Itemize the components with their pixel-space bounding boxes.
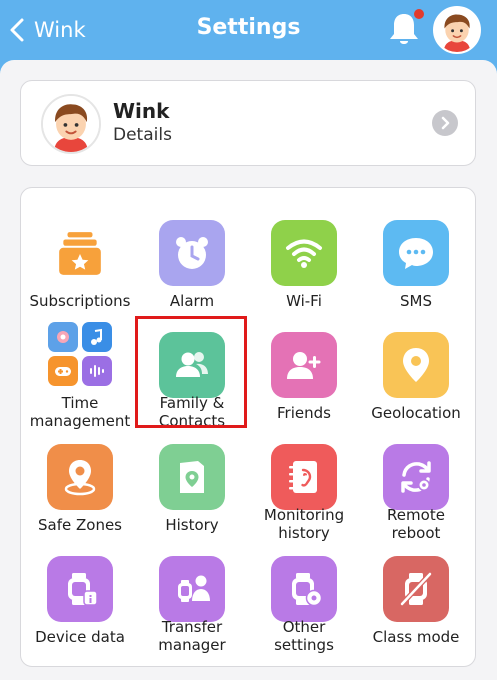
gamepad-icon <box>48 356 78 386</box>
other-settings-icon <box>271 556 337 622</box>
sound-wave-icon <box>82 356 112 386</box>
tile-geolocation[interactable]: Geolocation <box>360 312 472 424</box>
tile-label: Other settings <box>274 618 334 654</box>
tile-alarm[interactable]: Alarm <box>136 200 248 312</box>
tile-friends[interactable]: Friends <box>248 312 360 424</box>
tile-history[interactable]: History <box>136 424 248 536</box>
tile-family-contacts[interactable]: Family & Contacts <box>136 312 248 430</box>
add-friend-icon <box>271 332 337 398</box>
tile-label: Device data <box>35 628 125 646</box>
class-mode-icon <box>383 556 449 622</box>
monitoring-history-icon <box>271 444 337 510</box>
subscriptions-icon <box>47 220 113 286</box>
parental-app-icon <box>48 322 78 352</box>
tile-label: Alarm <box>169 292 215 310</box>
notification-dot <box>414 9 424 19</box>
tile-safe-zones[interactable]: Safe Zones <box>24 424 136 536</box>
tile-label: Class mode <box>372 628 460 646</box>
tile-label: Geolocation <box>371 404 461 422</box>
transfer-manager-icon <box>159 556 225 622</box>
tile-device-data[interactable]: Device data <box>24 536 136 648</box>
family-contacts-icon <box>159 332 225 398</box>
tile-transfer-manager[interactable]: Transfer manager <box>136 536 248 654</box>
tile-class-mode[interactable]: Class mode <box>360 536 472 648</box>
wifi-icon <box>271 220 337 286</box>
avatar[interactable] <box>433 6 481 54</box>
tile-remote-reboot[interactable]: Remote reboot <box>360 424 472 542</box>
profile-card[interactable]: Wink Details <box>20 80 476 166</box>
music-note-icon <box>82 322 112 352</box>
alarm-clock-icon <box>159 220 225 286</box>
profile-subtitle: Details <box>113 125 172 145</box>
tile-label: Safe Zones <box>38 516 122 534</box>
chevron-left-icon <box>10 18 24 42</box>
location-pin-icon <box>383 332 449 398</box>
device-data-icon <box>47 556 113 622</box>
profile-avatar <box>41 94 101 154</box>
tile-sms[interactable]: SMS <box>360 200 472 312</box>
tile-wifi[interactable]: Wi-Fi <box>248 200 360 312</box>
tile-label: Wi-Fi <box>286 292 322 310</box>
remote-reboot-icon <box>383 444 449 510</box>
history-icon <box>159 444 225 510</box>
tile-other-settings[interactable]: Other settings <box>248 536 360 654</box>
sms-bubble-icon <box>383 220 449 286</box>
boy-avatar-icon <box>43 96 99 152</box>
safe-zone-icon <box>47 444 113 510</box>
tile-label: Friends <box>277 404 331 422</box>
chevron-right-icon <box>432 110 458 136</box>
tile-label: History <box>165 516 219 534</box>
boy-avatar-icon <box>435 8 479 52</box>
top-bar: Wink Settings <box>0 0 497 60</box>
tile-label: Transfer manager <box>158 618 226 654</box>
back-button[interactable]: Wink <box>8 14 86 46</box>
profile-name: Wink <box>113 99 170 123</box>
tile-label: SMS <box>400 292 432 310</box>
tile-monitoring-history[interactable]: Monitoring history <box>248 424 360 542</box>
tile-time-management[interactable]: Time management <box>24 312 136 430</box>
tile-subscriptions[interactable]: Subscriptions <box>24 200 136 312</box>
tile-label: Subscriptions <box>29 292 131 310</box>
back-label: Wink <box>34 18 86 42</box>
